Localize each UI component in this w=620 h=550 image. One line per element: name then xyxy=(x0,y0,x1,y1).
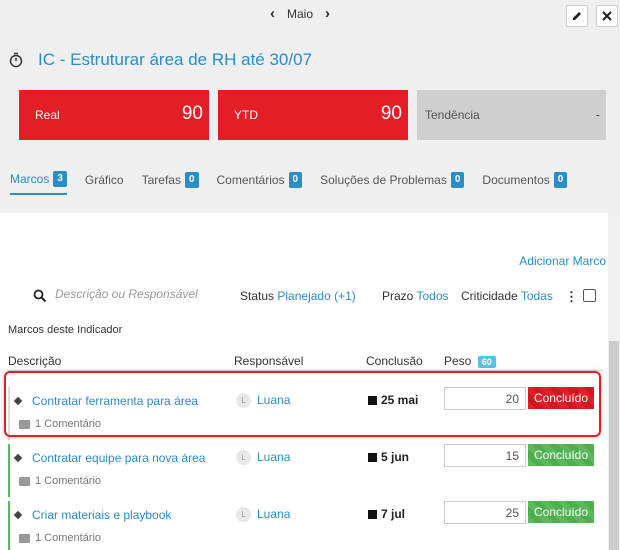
prazo-filter-value[interactable]: Todos xyxy=(416,289,448,303)
scrollbar[interactable] xyxy=(608,213,620,550)
card-real-label: Real xyxy=(35,108,60,122)
prazo-filter[interactable]: Prazo Todos xyxy=(382,289,449,303)
tab-tarefas-count: 0 xyxy=(184,172,199,188)
add-marco-link[interactable]: Adicionar Marco xyxy=(519,254,606,268)
search-icon xyxy=(33,289,47,303)
column-header-peso-label: Peso xyxy=(444,354,472,368)
row-comments-label: 1 Comentário xyxy=(35,475,102,487)
edit-button[interactable] xyxy=(566,5,588,27)
card-ytd-label: YTD xyxy=(234,108,258,122)
tab-solucoes-count: 0 xyxy=(450,172,465,188)
chevron-left-icon[interactable]: ‹ xyxy=(270,6,275,21)
tab-grafico-label: Gráfico xyxy=(84,173,124,187)
filter-row: Status Planejado (+1) Prazo Todos Critic… xyxy=(33,287,598,305)
prazo-filter-label: Prazo xyxy=(382,289,414,303)
tab-comentarios-label: Comentários xyxy=(216,173,285,187)
more-options-icon[interactable]: ⋮ xyxy=(565,289,578,305)
stopwatch-icon xyxy=(9,52,23,68)
chevron-right-icon[interactable]: › xyxy=(325,6,330,21)
column-header-responsavel[interactable]: Responsável xyxy=(234,354,303,368)
status-filter[interactable]: Status Planejado (+1) xyxy=(240,289,356,303)
tab-marcos[interactable]: Marcos 3 xyxy=(10,171,67,195)
row-peso-input[interactable] xyxy=(444,501,526,524)
highlight-frame xyxy=(4,371,601,437)
status-filter-label: Status xyxy=(240,289,275,303)
row-description[interactable]: Contratar equipe para nova área xyxy=(32,451,205,465)
search-input[interactable] xyxy=(55,287,235,301)
tab-documentos[interactable]: Documentos 0 xyxy=(482,172,568,194)
row-conclusao: 5 jun xyxy=(381,450,410,464)
tab-solucoes-label: Soluções de Problemas xyxy=(320,173,447,187)
row-comments[interactable]: 1 Comentário xyxy=(19,475,101,487)
row-peso-input[interactable] xyxy=(444,444,526,467)
tab-documentos-label: Documentos xyxy=(482,173,550,187)
criticidade-filter-value[interactable]: Todas xyxy=(521,289,553,303)
status-filter-value[interactable]: Planejado (+1) xyxy=(277,289,355,303)
tab-tarefas-label: Tarefas xyxy=(141,173,181,187)
scrollbar-thumb[interactable] xyxy=(609,341,619,550)
peso-total-badge: 60 xyxy=(477,356,496,368)
card-tendencia-label: Tendência xyxy=(425,108,480,122)
calendar-square-icon xyxy=(368,510,377,519)
row-comments-label: 1 Comentário xyxy=(35,532,102,544)
month-label: Maio xyxy=(287,7,314,21)
row-responsavel[interactable]: Luana xyxy=(257,507,290,521)
card-ytd-value: 90 xyxy=(380,103,402,124)
avatar: L xyxy=(236,450,251,465)
close-icon xyxy=(602,11,612,21)
row-status-bar xyxy=(8,444,10,497)
row-status-bar xyxy=(8,501,10,550)
table-row: Contratar equipe para nova área 1 Coment… xyxy=(8,444,604,497)
indicator-title-row: IC - Estruturar área de RH até 30/07 xyxy=(8,50,312,70)
export-icon[interactable] xyxy=(583,289,596,302)
row-status-button[interactable]: Concluído xyxy=(528,501,594,523)
tab-marcos-label: Marcos xyxy=(10,172,50,186)
comment-icon xyxy=(19,533,30,543)
criticidade-filter[interactable]: Criticidade Todas xyxy=(461,289,553,303)
column-header-conclusao[interactable]: Conclusão xyxy=(366,354,423,368)
tab-marcos-count: 3 xyxy=(53,171,67,187)
row-conclusao: 7 jul xyxy=(381,507,406,521)
row-responsavel[interactable]: Luana xyxy=(257,450,290,464)
close-button[interactable] xyxy=(596,5,618,27)
column-header-descricao[interactable]: Descrição xyxy=(8,354,61,368)
tab-documentos-count: 0 xyxy=(553,172,568,188)
top-bar: ‹ Maio › xyxy=(0,0,620,31)
column-header-peso[interactable]: Peso 60 xyxy=(444,354,496,368)
month-navigator: ‹ Maio › xyxy=(270,6,330,21)
table-row: Criar materiais e playbook 1 Comentário … xyxy=(8,501,604,550)
tab-comentarios[interactable]: Comentários 0 xyxy=(217,172,303,194)
diamond-icon xyxy=(13,453,23,463)
tab-comentarios-count: 0 xyxy=(288,172,303,188)
card-real-value: 90 xyxy=(181,103,203,124)
comment-icon xyxy=(19,476,30,486)
card-tendencia-value: - xyxy=(595,107,600,122)
card-tendencia: Tendência - xyxy=(417,90,606,140)
card-ytd: YTD 90 xyxy=(218,90,408,140)
row-status-button[interactable]: Concluído xyxy=(528,444,594,466)
indicator-title: IC - Estruturar área de RH até 30/07 xyxy=(38,50,313,69)
card-real: Real 90 xyxy=(19,90,209,140)
tab-bar: Marcos 3 Gráfico Tarefas 0 Comentários 0… xyxy=(10,171,585,195)
tab-tarefas[interactable]: Tarefas 0 xyxy=(142,172,199,194)
row-comments[interactable]: 1 Comentário xyxy=(19,532,101,544)
section-label: Marcos deste Indicador xyxy=(8,324,123,336)
tab-grafico[interactable]: Gráfico xyxy=(85,173,124,193)
criticidade-filter-label: Criticidade xyxy=(461,289,518,303)
diamond-icon xyxy=(13,510,23,520)
row-description[interactable]: Criar materiais e playbook xyxy=(32,508,171,522)
pencil-icon xyxy=(573,12,581,20)
tab-solucoes[interactable]: Soluções de Problemas 0 xyxy=(320,172,465,194)
calendar-square-icon xyxy=(368,453,377,462)
avatar: L xyxy=(236,507,251,522)
